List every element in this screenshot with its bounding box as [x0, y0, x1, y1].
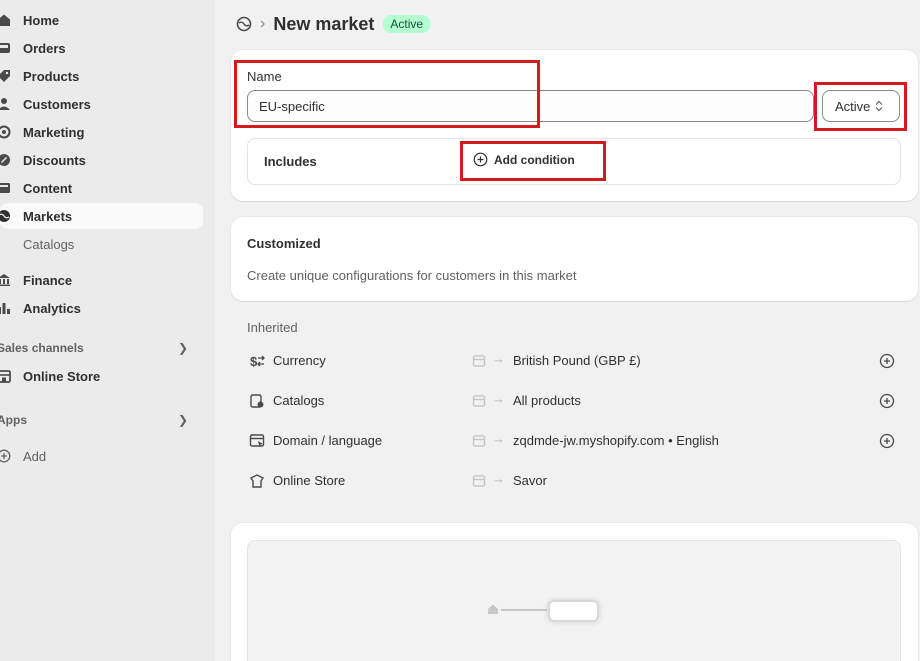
sidebar-item-label: Customers [23, 96, 91, 112]
sidebar-item-label: Analytics [23, 300, 81, 316]
inherited-row-value: All products [513, 393, 581, 408]
sidebar-item-label: Orders [23, 40, 66, 56]
arrow-right-icon: → [492, 351, 505, 366]
sidebar-item-label: Content [23, 180, 73, 196]
bar-chart-icon [0, 300, 12, 316]
arrow-right-icon: → [492, 391, 505, 406]
inherited-title: Inherited [247, 320, 298, 335]
store-icon [0, 368, 12, 384]
annotation-box-add-condition [460, 141, 606, 181]
inherited-row-value: zqdmde-jw.myshopify.com • English [513, 433, 719, 448]
inherited-row-value: Savor [513, 473, 547, 488]
domain-icon [249, 433, 265, 449]
person-icon [0, 96, 12, 112]
sidebar-item-label: Finance [23, 272, 73, 288]
plus-circle-icon[interactable] [879, 433, 895, 449]
sidebar-item-discounts[interactable]: Discounts [0, 147, 86, 173]
store-icon [472, 394, 486, 408]
bank-icon [0, 272, 12, 288]
page-header: › New market Active [236, 12, 431, 36]
inherited-row-label: Catalogs [273, 393, 325, 408]
sidebar-item-customers[interactable]: Customers [0, 91, 91, 117]
sidebar-item-finance[interactable]: Finance [0, 267, 72, 293]
customized-card [231, 217, 918, 301]
chevron-right-icon[interactable]: ❯ [178, 413, 188, 427]
status-badge: Active [383, 15, 431, 33]
inbox-icon [0, 40, 12, 56]
svg-text:$: $ [250, 354, 258, 369]
annotation-box-status [814, 82, 907, 131]
sidebar-item-label: Marketing [23, 124, 85, 140]
chevron-right-icon[interactable]: ❯ [178, 341, 188, 355]
sidebar-item-markets[interactable]: Markets [0, 203, 203, 229]
tag-icon [0, 68, 12, 84]
arrow-right-icon: → [492, 471, 505, 486]
sidebar-item-catalogs[interactable]: Catalogs [23, 237, 74, 252]
sidebar-item-label: Products [23, 68, 80, 84]
sidebar-item-label: Online Store [23, 368, 101, 384]
annotation-box-name [234, 60, 540, 128]
sidebar-item-orders[interactable]: Orders [0, 35, 66, 61]
sidebar-item-analytics[interactable]: Analytics [0, 295, 81, 321]
sidebar-item-label: Add [23, 448, 47, 464]
home-icon [487, 603, 499, 615]
inherited-row-label: Currency [273, 353, 326, 368]
inherited-row-domain-language[interactable]: Domain / language → zqdmde-jw.myshopify.… [247, 431, 901, 451]
inherited-row-label: Domain / language [273, 433, 383, 448]
store-icon [472, 474, 486, 488]
sidebar-item-home[interactable]: Home [0, 7, 59, 33]
inherited-row-catalogs[interactable]: Catalogs → All products [247, 391, 901, 411]
target-icon [0, 124, 12, 140]
discount-icon [0, 152, 12, 168]
arrow-right-icon: → [492, 431, 505, 446]
content-icon [0, 180, 12, 196]
home-icon [0, 12, 12, 28]
currency-icon: $ [249, 353, 265, 369]
sidebar-add-button[interactable]: Add [0, 443, 46, 469]
sidebar-item-marketing[interactable]: Marketing [0, 119, 84, 145]
sidebar-item-label: Discounts [23, 152, 86, 168]
plus-circle-icon[interactable] [879, 353, 895, 369]
breadcrumb-separator: › [260, 15, 266, 32]
plus-circle-icon [0, 448, 12, 464]
customized-description: Create unique configurations for custome… [247, 268, 577, 283]
sidebar: Home Orders Products Customers Marketing… [0, 0, 215, 661]
globe-icon[interactable] [236, 16, 252, 32]
page-title: New market [273, 13, 375, 34]
store-icon [472, 434, 486, 448]
catalog-icon [249, 393, 265, 409]
inherited-row-online-store[interactable]: Online Store → Savor [247, 471, 901, 491]
sales-channels-heading[interactable]: Sales channels [0, 341, 84, 355]
sidebar-item-online-store[interactable]: Online Store [0, 363, 100, 389]
sidebar-item-label: Markets [23, 208, 73, 224]
apps-heading[interactable]: Apps [0, 413, 27, 427]
customized-title: Customized [247, 236, 321, 251]
inherited-row-currency[interactable]: $ Currency → British Pound (GBP £) [247, 351, 901, 371]
sidebar-item-content[interactable]: Content [0, 175, 72, 201]
preview-domain-pill [548, 600, 599, 622]
theme-icon [249, 473, 265, 489]
sidebar-item-products[interactable]: Products [0, 63, 79, 89]
inherited-row-value: British Pound (GBP £) [513, 353, 641, 368]
includes-label: Includes [264, 154, 317, 169]
plus-circle-icon[interactable] [879, 393, 895, 409]
store-icon [472, 354, 486, 368]
inherited-row-label: Online Store [273, 473, 346, 488]
sidebar-item-label: Home [23, 12, 60, 28]
preview-connector [501, 609, 547, 611]
globe-icon [0, 208, 12, 224]
